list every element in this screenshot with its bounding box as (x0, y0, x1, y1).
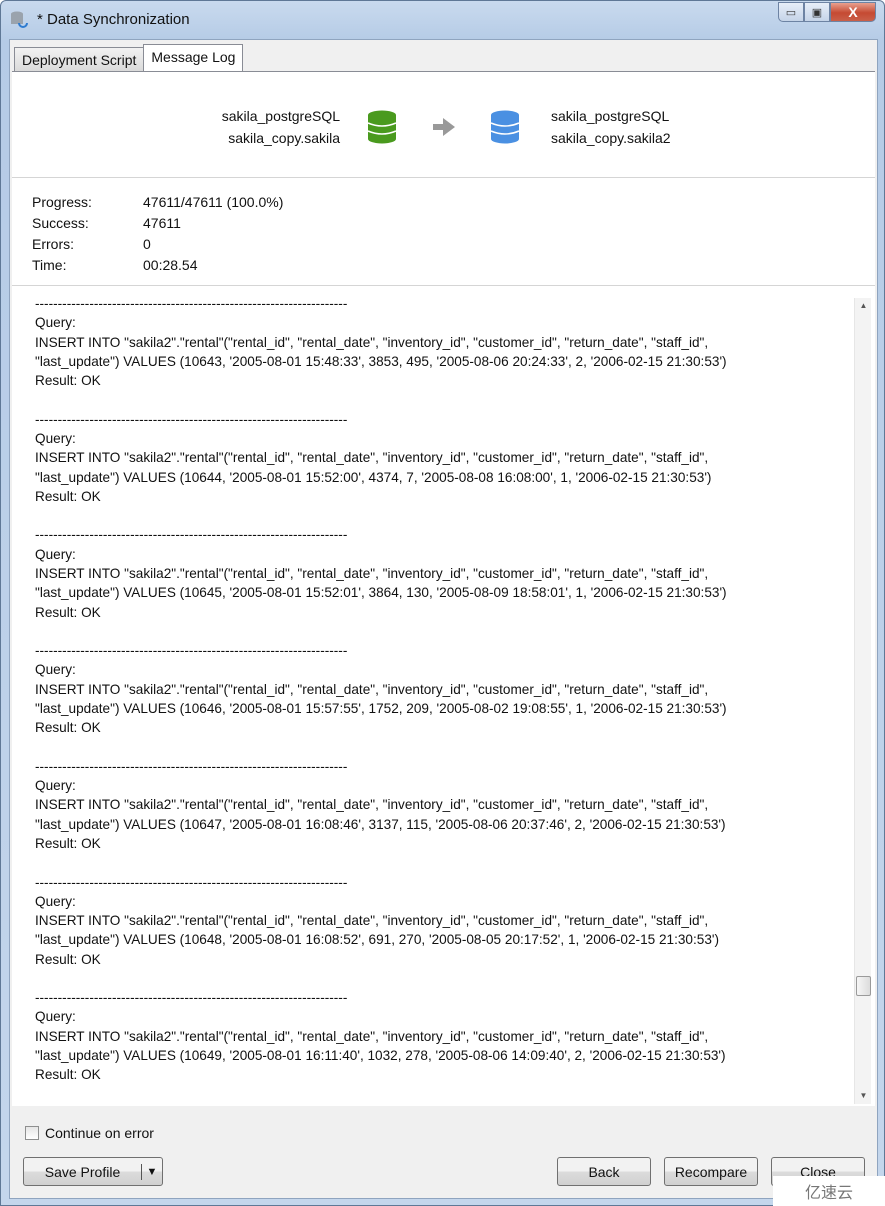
log-entry: ----------------------------------------… (35, 757, 726, 853)
save-profile-button[interactable]: Save Profile ▼ (23, 1157, 163, 1186)
stat-value: 47611 (143, 215, 181, 231)
checkbox-box[interactable] (25, 1126, 39, 1140)
query-label: Query: (35, 546, 76, 562)
source-database-icon (367, 110, 397, 144)
arrow-right-icon (433, 118, 455, 136)
scroll-up-icon[interactable]: ▲ (855, 298, 872, 314)
stat-label: Success: (32, 215, 89, 231)
query-line: INSERT INTO "sakila2"."rental"("rental_i… (35, 565, 709, 581)
query-line: "last_update") VALUES (10645, '2005-08-0… (35, 585, 727, 601)
query-label: Query: (35, 778, 76, 794)
query-line: "last_update") VALUES (10643, '2005-08-0… (35, 353, 727, 369)
log-entry: ----------------------------------------… (35, 525, 727, 621)
query-line: INSERT INTO "sakila2"."rental"("rental_i… (35, 797, 709, 813)
query-label: Query: (35, 315, 76, 331)
message-log[interactable]: ----------------------------------------… (12, 290, 875, 1107)
log-separator: ----------------------------------------… (35, 874, 348, 890)
data-sync-icon (11, 11, 28, 28)
continue-on-error-checkbox[interactable]: Continue on error (25, 1125, 154, 1141)
back-button[interactable]: Back (557, 1157, 651, 1186)
save-profile-label: Save Profile (24, 1163, 142, 1180)
tab-bar: Deployment Script Message Log (14, 44, 244, 72)
minimize-icon: ▭ (785, 6, 797, 19)
query-line: INSERT INTO "sakila2"."rental"("rental_i… (35, 913, 709, 929)
target-schema: sakila_copy.sakila2 (551, 130, 671, 146)
target-database-icon (490, 110, 520, 144)
query-line: INSERT INTO "sakila2"."rental"("rental_i… (35, 450, 709, 466)
scroll-down-icon[interactable]: ▼ (855, 1088, 872, 1104)
stat-value: 47611/47611 (100.0%) (143, 194, 284, 210)
query-line: INSERT INTO "sakila2"."rental"("rental_i… (35, 334, 709, 350)
tab-deployment-script[interactable]: Deployment Script (14, 47, 145, 72)
stat-value: 00:28.54 (143, 257, 198, 273)
maximize-icon: ▣ (811, 6, 823, 19)
checkbox-label: Continue on error (45, 1125, 154, 1141)
query-result: Result: OK (35, 488, 101, 504)
query-label: Query: (35, 1009, 76, 1025)
message-log-panel: sakila_postgreSQL sakila_copy.sakila sak… (12, 71, 875, 1106)
log-entry: ----------------------------------------… (35, 641, 727, 737)
target-info: sakila_postgreSQL sakila_copy.sakila2 (551, 105, 671, 149)
query-line: "last_update") VALUES (10648, '2005-08-0… (35, 932, 720, 948)
query-result: Result: OK (35, 720, 101, 736)
log-separator: ----------------------------------------… (35, 990, 348, 1006)
tab-message-log[interactable]: Message Log (143, 44, 244, 72)
maximize-button[interactable]: ▣ (804, 2, 830, 22)
minimize-button[interactable]: ▭ (778, 2, 804, 22)
query-line: INSERT INTO "sakila2"."rental"("rental_i… (35, 681, 709, 697)
query-label: Query: (35, 893, 76, 909)
vertical-scrollbar[interactable]: ▲ ▼ (854, 298, 871, 1104)
query-line: "last_update") VALUES (10644, '2005-08-0… (35, 469, 712, 485)
query-line: INSERT INTO "sakila2"."rental"("rental_i… (35, 1028, 709, 1044)
query-result: Result: OK (35, 835, 101, 851)
log-separator: ----------------------------------------… (35, 527, 348, 543)
log-separator: ----------------------------------------… (35, 758, 348, 774)
query-label: Query: (35, 430, 76, 446)
log-entry: ----------------------------------------… (35, 410, 711, 506)
recompare-button[interactable]: Recompare (664, 1157, 758, 1186)
log-entry: ----------------------------------------… (35, 988, 726, 1084)
close-icon: X (848, 4, 858, 20)
source-info: sakila_postgreSQL sakila_copy.sakila (222, 105, 340, 149)
query-result: Result: OK (35, 1067, 101, 1083)
window-title: * Data Synchronization (37, 11, 190, 28)
query-result: Result: OK (35, 373, 101, 389)
log-entry: ----------------------------------------… (35, 873, 719, 969)
window: * Data Synchronization ▭ ▣ X Deployment … (0, 0, 885, 1206)
log-separator: ----------------------------------------… (35, 296, 348, 311)
sync-stats: Progress: 47611/47611 (100.0%) Success: 47… (12, 178, 875, 286)
sync-header: sakila_postgreSQL sakila_copy.sakila sak… (12, 72, 875, 178)
stat-label: Time: (32, 257, 67, 273)
stat-label: Errors: (32, 236, 74, 252)
log-separator: ----------------------------------------… (35, 643, 348, 659)
source-connection: sakila_postgreSQL (221, 108, 340, 124)
watermark-logo: 亿速云 (773, 1176, 885, 1206)
log-entry: ----------------------------------------… (35, 294, 727, 390)
stat-value: 0 (143, 236, 151, 252)
query-line: "last_update") VALUES (10646, '2005-08-0… (35, 700, 727, 716)
dropdown-arrow-icon[interactable]: ▼ (142, 1166, 162, 1178)
query-result: Result: OK (35, 604, 101, 620)
dialog-body: Deployment Script Message Log sakila_pos… (9, 39, 878, 1199)
log-separator: ----------------------------------------… (35, 411, 348, 427)
query-label: Query: (35, 662, 76, 678)
title-bar[interactable]: * Data Synchronization ▭ ▣ X (1, 1, 884, 39)
query-line: "last_update") VALUES (10649, '2005-08-0… (35, 1048, 726, 1064)
query-result: Result: OK (35, 951, 101, 967)
source-schema: sakila_copy.sakila (228, 130, 340, 146)
query-line: "last_update") VALUES (10647, '2005-08-0… (35, 816, 726, 832)
target-connection: sakila_postgreSQL (551, 108, 670, 124)
stat-label: Progress: (32, 194, 92, 210)
scrollbar-thumb[interactable] (856, 976, 871, 996)
watermark-text: 亿速云 (804, 1185, 853, 1202)
close-window-button[interactable]: X (830, 2, 876, 22)
